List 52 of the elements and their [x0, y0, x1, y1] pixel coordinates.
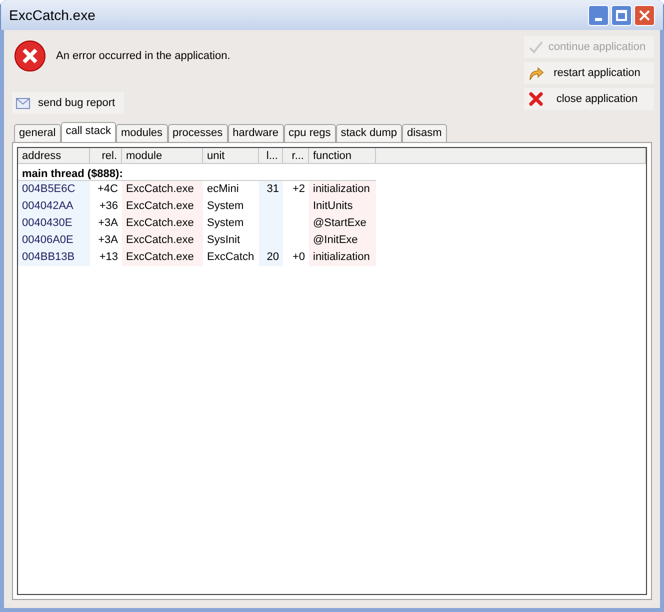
tab[interactable]: processes — [168, 124, 228, 142]
column-header[interactable]: address — [18, 148, 90, 163]
column-header[interactable]: r... — [283, 148, 309, 163]
tab[interactable]: general — [14, 124, 61, 142]
maximize-button[interactable] — [611, 4, 632, 26]
table-row[interactable]: 0040430E +3A ExcCatch.exe System @StartExe — [18, 215, 646, 232]
column-header[interactable]: l... — [259, 148, 283, 163]
tab[interactable]: call stack — [60, 122, 116, 142]
column-header[interactable]: unit — [203, 148, 259, 163]
close-button[interactable] — [634, 4, 655, 26]
column-header[interactable]: function — [309, 148, 376, 163]
group-heading: main thread ($888): — [22, 168, 123, 180]
table-row[interactable]: 004042AA +36 ExcCatch.exe System InitUnits — [18, 198, 646, 215]
error-message: An error occurred in the application. — [56, 48, 230, 64]
table-row[interactable]: 00406A0E +3A ExcCatch.exe SysInit @InitExe — [18, 232, 646, 249]
table-cell: 31 — [259, 181, 283, 198]
table-cell: 004B5E6C — [18, 181, 90, 198]
tab[interactable]: cpu regs — [284, 124, 336, 142]
column-header[interactable]: rel. — [90, 148, 122, 163]
table-cell: ExcCatch.exe — [122, 215, 203, 232]
table-cell: 004BB13B — [18, 249, 90, 266]
cross-icon — [528, 91, 544, 107]
table-cell: ExcCatch.exe — [122, 198, 203, 215]
table-row[interactable]: 004BB13B +13 ExcCatch.exe ExcCatch 20 +0 initialization — [18, 249, 646, 266]
envelope-icon — [16, 98, 30, 108]
table-cell: 20 — [259, 249, 283, 266]
table-cell: @StartExe — [309, 215, 376, 232]
tab[interactable]: stack dump — [336, 124, 402, 142]
table-cell: 0040430E — [18, 215, 90, 232]
table-cell: 004042AA — [18, 198, 90, 215]
tab[interactable]: modules — [116, 124, 168, 142]
table-cell: initialization — [309, 181, 376, 198]
column-header[interactable]: module — [122, 148, 203, 163]
curved-arrow-icon — [528, 65, 544, 81]
minimize-button[interactable] — [588, 4, 609, 26]
tab[interactable]: hardware — [228, 124, 284, 142]
action-button[interactable]: close application — [524, 88, 654, 110]
window-title: ExcCatch.exe — [9, 6, 96, 24]
error-icon — [14, 40, 46, 72]
tab[interactable]: disasm — [402, 124, 447, 142]
table-cell: ExcCatch.exe — [122, 232, 203, 249]
table-cell: @InitExe — [309, 232, 376, 249]
table-cell: ExcCatch.exe — [122, 181, 203, 198]
table-cell: 00406A0E — [18, 232, 90, 249]
send-bug-report-button[interactable]: send bug report — [12, 92, 124, 114]
table-cell: initialization — [309, 249, 376, 266]
action-button[interactable]: restart application — [524, 62, 654, 84]
close-icon — [639, 10, 650, 20]
table-row[interactable]: 004B5E6C +4C ExcCatch.exe ecMini 31 +2 initialization — [18, 181, 646, 198]
check-icon — [528, 39, 544, 55]
table-cell: ExcCatch.exe — [122, 249, 203, 266]
table-cell: InitUnits — [309, 198, 376, 215]
